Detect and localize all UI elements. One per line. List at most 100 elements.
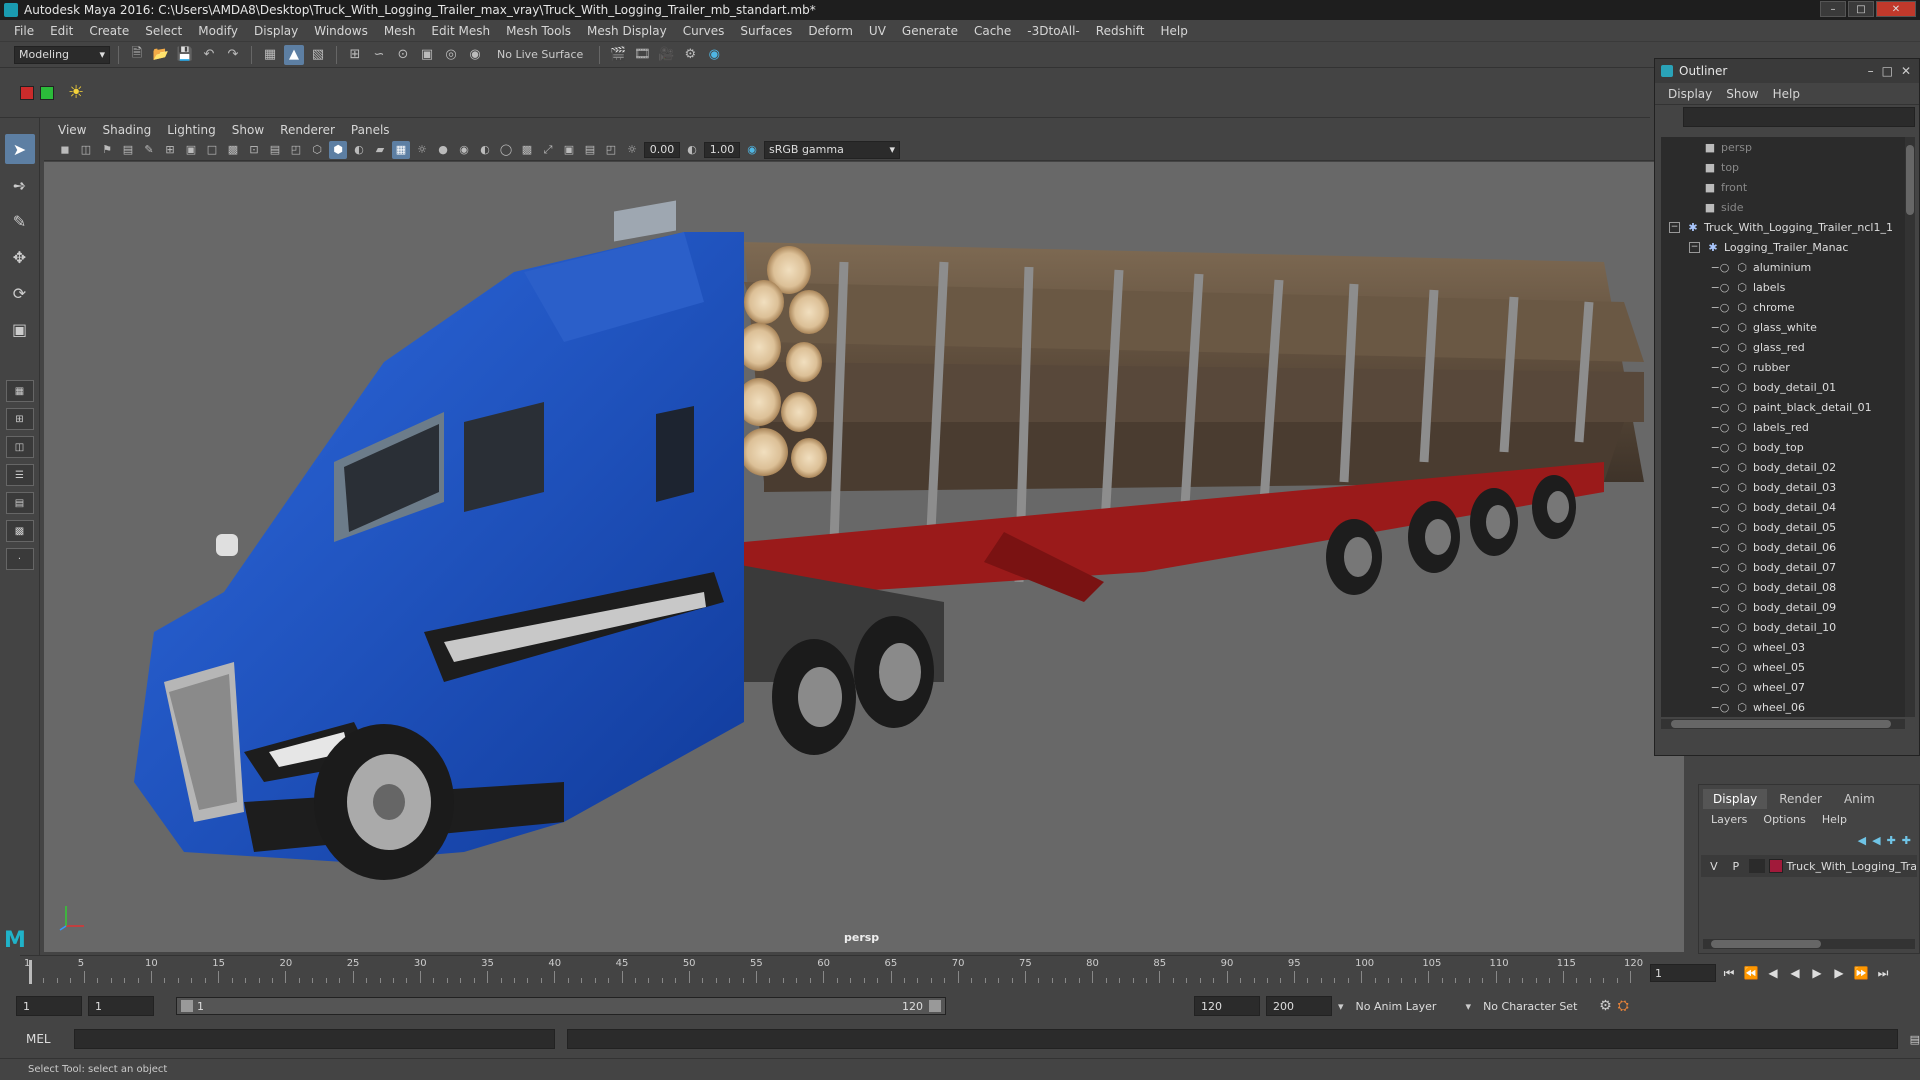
two-pane-layout-icon[interactable]: ◫ (5, 436, 34, 458)
layer-menu-layers[interactable]: Layers (1703, 813, 1755, 826)
outliner-item[interactable]: −○ ⬡ wheel_07 (1661, 677, 1905, 697)
scroll-thumb[interactable] (1671, 720, 1891, 728)
scroll-thumb[interactable] (1906, 145, 1914, 215)
preferences-icon[interactable]: ⛭ (1618, 998, 1629, 1014)
gamma-icon[interactable]: ◐ (683, 141, 701, 159)
tab-render[interactable]: Render (1769, 789, 1832, 809)
screen-space-ao-icon[interactable]: ◉ (455, 141, 473, 159)
outliner-item[interactable]: −○ ⬡ labels_red (1661, 417, 1905, 437)
move-layer-up-icon[interactable]: ◀ (1858, 834, 1866, 847)
step-back-key-icon[interactable]: ⏪ (1742, 964, 1760, 982)
snap-surface-icon[interactable]: ◎ (441, 45, 461, 65)
outliner-menu-help[interactable]: Help (1766, 87, 1807, 101)
maximize-icon[interactable]: □ (1848, 1, 1874, 17)
snap-curve-icon[interactable]: ∽ (369, 45, 389, 65)
layer-color-swatch[interactable] (1768, 859, 1783, 873)
menu-deform[interactable]: Deform (800, 24, 861, 38)
select-component-icon[interactable]: ▧ (308, 45, 328, 65)
outliner-layout-icon[interactable]: ☰ (5, 464, 34, 486)
close-icon[interactable]: ✕ (1876, 1, 1916, 17)
menu-surfaces[interactable]: Surfaces (732, 24, 800, 38)
use-all-lights-icon[interactable]: ☼ (413, 141, 431, 159)
outliner-item[interactable]: −○ ⬡ body_detail_02 (1661, 457, 1905, 477)
hypershade-layout-icon[interactable]: ▩ (5, 520, 34, 542)
new-scene-icon[interactable]: 🗎 (127, 45, 147, 65)
snap-view-icon[interactable]: ▣ (417, 45, 437, 65)
layer-menu-help[interactable]: Help (1814, 813, 1855, 826)
playback-start-field[interactable]: 1 (88, 996, 154, 1016)
xray-joints-icon[interactable]: ▤ (581, 141, 599, 159)
vp-menu-lighting[interactable]: Lighting (159, 123, 224, 137)
image-plane-icon[interactable]: ▤ (119, 141, 137, 159)
wireframe-on-shaded-icon[interactable]: ▰ (371, 141, 389, 159)
exposure-field[interactable]: 0.00 (644, 141, 680, 158)
film-gate-icon[interactable]: ▣ (182, 141, 200, 159)
anti-aliasing-icon[interactable]: ◯ (497, 141, 515, 159)
outliner-item[interactable]: −○ ⬡ labels (1661, 277, 1905, 297)
menu-generate[interactable]: Generate (894, 24, 966, 38)
outliner-item[interactable]: −○ ⬡ body_detail_09 (1661, 597, 1905, 617)
tab-anim[interactable]: Anim (1834, 789, 1885, 809)
maximize-icon[interactable]: □ (1882, 64, 1893, 78)
redo-icon[interactable]: ↷ (223, 45, 243, 65)
default-lighting-icon[interactable]: ◐ (350, 141, 368, 159)
outliner-item[interactable]: −○ ⬡ glass_red (1661, 337, 1905, 357)
tab-display[interactable]: Display (1703, 789, 1768, 809)
character-set-dropdown[interactable]: No Character Set (1477, 996, 1594, 1016)
camera-select-icon[interactable]: ◼ (56, 141, 74, 159)
menu-windows[interactable]: Windows (306, 24, 376, 38)
outliner-horizontal-scrollbar[interactable] (1661, 719, 1905, 729)
grease-pencil-icon[interactable]: ✎ (140, 141, 158, 159)
snap-point-icon[interactable]: ⊙ (393, 45, 413, 65)
isolate-select-icon[interactable]: ⤢ (539, 141, 557, 159)
shelf-green-icon[interactable] (40, 85, 54, 100)
outliner-tree[interactable]: ■ persp ■ top ■ front ■ side − ✱ Truck_With_Loggin… (1661, 137, 1905, 717)
step-forward-frame-icon[interactable]: ▶ (1830, 964, 1848, 982)
outliner-item[interactable]: ■ persp (1661, 137, 1905, 157)
outliner-menu-show[interactable]: Show (1719, 87, 1765, 101)
expand-collapse-icon[interactable]: − (1669, 221, 1680, 233)
script-language-toggle[interactable]: MEL (26, 1032, 62, 1046)
scale-tool-icon[interactable]: ▣ (5, 314, 35, 344)
outliner-item[interactable]: −○ ⬡ glass_white (1661, 317, 1905, 337)
outliner-item[interactable]: −○ ⬡ body_detail_08 (1661, 577, 1905, 597)
snap-grid-icon[interactable]: ⊞ (345, 45, 365, 65)
outliner-item[interactable]: −○ ⬡ body_detail_04 (1661, 497, 1905, 517)
new-layer-icon[interactable]: ✚ (1887, 834, 1896, 847)
playback-end-field[interactable]: 120 (1194, 996, 1260, 1016)
safe-action-icon[interactable]: ▤ (266, 141, 284, 159)
go-to-start-icon[interactable]: ⏮ (1720, 964, 1738, 982)
menu-create[interactable]: Create (81, 24, 137, 38)
single-pane-layout-icon[interactable]: ▦ (5, 380, 34, 402)
select-tool-icon[interactable]: ➤ (4, 134, 35, 164)
layer-visibility-toggle[interactable]: V (1705, 860, 1723, 873)
menu-select[interactable]: Select (137, 24, 190, 38)
layer-row[interactable]: V P Truck_With_Logging_Tra (1701, 855, 1917, 877)
menu-set-dropdown[interactable]: Modeling ▾ (14, 45, 110, 64)
render-frame-icon[interactable]: 🎞 (632, 45, 652, 65)
menu-edit[interactable]: Edit (42, 24, 81, 38)
outliner-item[interactable]: − ✱ Logging_Trailer_Manac (1661, 237, 1905, 257)
open-scene-icon[interactable]: 📂 (151, 45, 171, 65)
gate-mask-icon[interactable]: ▩ (224, 141, 242, 159)
menu-mesh[interactable]: Mesh (376, 24, 424, 38)
outliner-item[interactable]: −○ ⬡ body_detail_05 (1661, 517, 1905, 537)
outliner-search-input[interactable] (1683, 107, 1915, 127)
color-management-icon[interactable]: ◉ (743, 141, 761, 159)
menu-mesh-display[interactable]: Mesh Display (579, 24, 675, 38)
shadows-icon[interactable]: ● (434, 141, 452, 159)
render-settings-icon[interactable]: ⚙ (680, 45, 700, 65)
paint-select-icon[interactable]: ✎ (5, 206, 35, 236)
layer-display-type[interactable] (1748, 859, 1765, 873)
outliner-item[interactable]: ■ front (1661, 177, 1905, 197)
outliner-item[interactable]: −○ ⬡ body_detail_01 (1661, 377, 1905, 397)
go-to-end-icon[interactable]: ⏭ (1874, 964, 1892, 982)
play-backward-icon[interactable]: ◀ (1786, 964, 1804, 982)
snap-live-icon[interactable]: ◉ (465, 45, 485, 65)
outliner-item[interactable]: −○ ⬡ body_detail_10 (1661, 617, 1905, 637)
play-forward-icon[interactable]: ▶ (1808, 964, 1826, 982)
outliner-item[interactable]: −○ ⬡ body_detail_06 (1661, 537, 1905, 557)
anim-layer-dropdown[interactable]: No Anim Layer (1349, 996, 1460, 1016)
select-object-icon[interactable]: ▲ (284, 44, 304, 65)
range-start-handle[interactable] (181, 1000, 193, 1012)
